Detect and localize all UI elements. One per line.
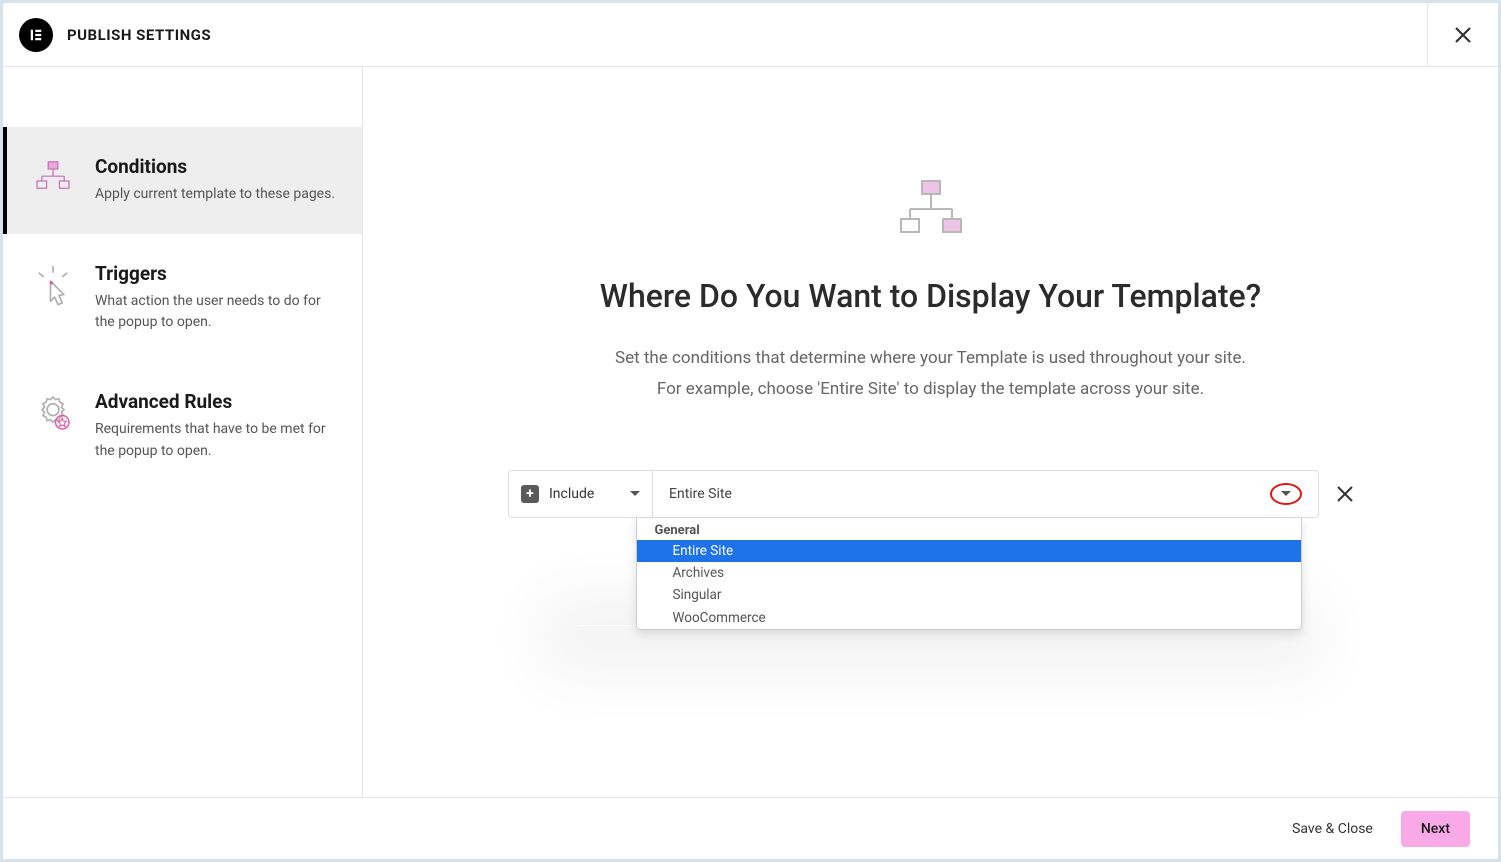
- gear-star-icon: [29, 390, 77, 462]
- modal-footer: Save & Close Next: [3, 797, 1498, 859]
- remove-condition-button[interactable]: [1337, 470, 1353, 518]
- close-icon: [1454, 26, 1472, 44]
- tab-desc: What action the user needs to do for the…: [95, 291, 338, 334]
- sidebar: Conditions Apply current template to the…: [3, 67, 363, 797]
- hero-sitemap-icon: [491, 177, 1371, 241]
- tab-title: Triggers: [95, 262, 338, 285]
- tab-triggers[interactable]: Triggers What action the user needs to d…: [3, 234, 362, 362]
- main-subtext: Set the conditions that determine where …: [491, 343, 1371, 406]
- sitemap-icon: [29, 155, 77, 206]
- modal-body: Conditions Apply current template to the…: [3, 67, 1498, 797]
- location-select[interactable]: Entire Site: [653, 470, 1319, 518]
- modal-title: PUBLISH SETTINGS: [67, 26, 211, 44]
- main-inner: Where Do You Want to Display Your Templa…: [451, 177, 1411, 626]
- tab-conditions[interactable]: Conditions Apply current template to the…: [3, 127, 362, 234]
- include-left: + Include: [521, 485, 594, 503]
- dropdown-group-label: General: [637, 518, 1301, 540]
- tab-desc: Requirements that have to be met for the…: [95, 419, 338, 462]
- dropdown-item-woocommerce[interactable]: WooCommerce: [637, 607, 1301, 629]
- chevron-down-icon: [1281, 491, 1291, 496]
- sub-line-2: For example, choose 'Entire Site' to dis…: [657, 379, 1204, 399]
- plus-icon: +: [521, 485, 539, 503]
- tab-content: Triggers What action the user needs to d…: [95, 262, 338, 334]
- main-panel: Where Do You Want to Display Your Templa…: [363, 67, 1498, 797]
- modal-header: PUBLISH SETTINGS: [3, 3, 1498, 67]
- dropdown-item-archives[interactable]: Archives: [637, 562, 1301, 584]
- save-and-close-button[interactable]: Save & Close: [1292, 821, 1373, 837]
- main-heading: Where Do You Want to Display Your Templa…: [491, 277, 1371, 315]
- click-icon: [29, 262, 77, 334]
- tab-content: Advanced Rules Requirements that have to…: [95, 390, 338, 462]
- next-button[interactable]: Next: [1401, 811, 1470, 847]
- dropdown-item-entire-site[interactable]: Entire Site: [637, 540, 1301, 562]
- tab-title: Conditions: [95, 155, 335, 178]
- tab-title: Advanced Rules: [95, 390, 338, 413]
- dropdown-item-singular[interactable]: Singular: [637, 584, 1301, 606]
- dropdown-caret-highlight: [1270, 483, 1302, 505]
- header-left: PUBLISH SETTINGS: [19, 18, 211, 52]
- chevron-down-icon: [630, 491, 640, 496]
- location-label: Entire Site: [669, 486, 732, 502]
- condition-row: + Include Entire Site: [491, 470, 1371, 518]
- tab-desc: Apply current template to these pages.: [95, 184, 335, 206]
- location-dropdown: General Entire Site Archives Singular Wo…: [636, 518, 1302, 630]
- include-exclude-select[interactable]: + Include: [508, 470, 653, 518]
- include-label: Include: [549, 486, 594, 502]
- tab-advanced-rules[interactable]: Advanced Rules Requirements that have to…: [3, 362, 362, 490]
- close-button[interactable]: [1427, 3, 1476, 66]
- close-icon: [1337, 486, 1353, 502]
- elementor-logo-icon: [19, 18, 53, 52]
- sub-line-1: Set the conditions that determine where …: [615, 348, 1246, 368]
- tab-content: Conditions Apply current template to the…: [95, 155, 335, 206]
- publish-settings-modal: PUBLISH SETTINGS: [3, 3, 1498, 859]
